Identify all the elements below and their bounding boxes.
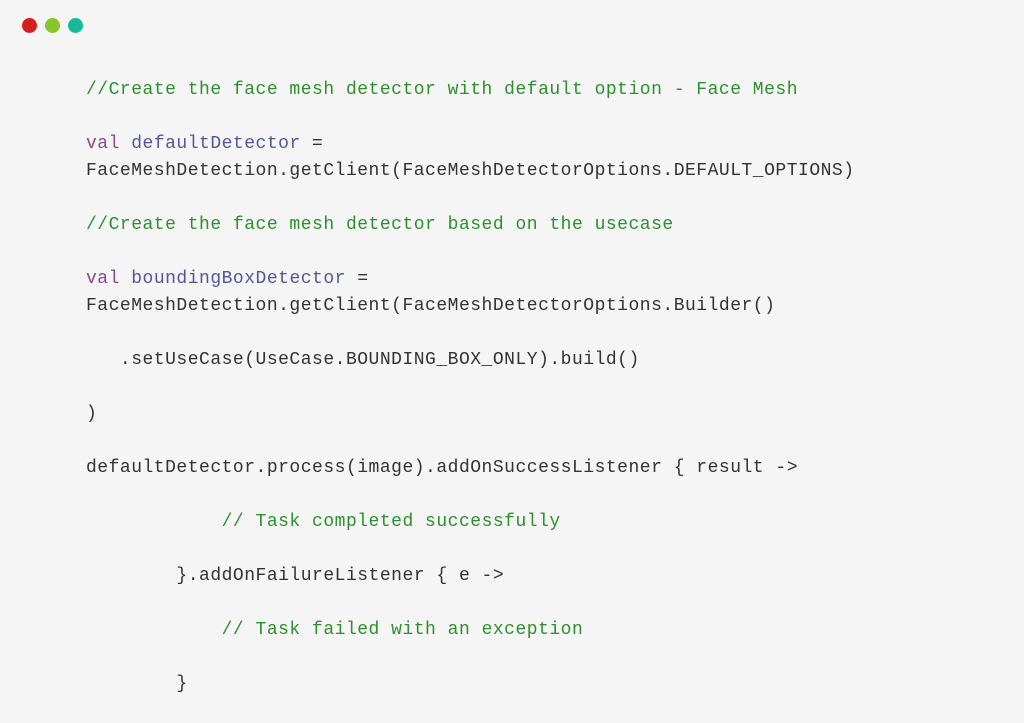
code-text — [120, 134, 131, 154]
maximize-icon[interactable] — [68, 18, 83, 33]
code-indent — [86, 512, 222, 532]
minimize-icon[interactable] — [45, 18, 60, 33]
code-comment: // Task completed successfully — [222, 512, 561, 532]
code-identifier: boundingBoxDetector — [131, 269, 346, 289]
code-text: .setUseCase(UseCase.BOUNDING_BOX_ONLY).b… — [86, 350, 640, 370]
code-text: = — [301, 134, 324, 154]
code-text: ) — [86, 404, 97, 424]
code-text: }.addOnFailureListener { e -> — [86, 566, 504, 586]
code-keyword: val — [86, 134, 120, 154]
traffic-lights — [0, 0, 1024, 33]
code-text: defaultDetector.process(image).addOnSucc… — [86, 458, 798, 478]
code-text: = — [346, 269, 369, 289]
code-comment: //Create the face mesh detector with def… — [86, 80, 798, 100]
code-editor[interactable]: //Create the face mesh detector with def… — [0, 33, 1024, 718]
code-window: //Create the face mesh detector with def… — [0, 0, 1024, 723]
code-text: } — [86, 674, 188, 694]
code-text: FaceMeshDetection.getClient(FaceMeshDete… — [86, 296, 775, 316]
code-keyword: val — [86, 269, 120, 289]
code-comment: //Create the face mesh detector based on… — [86, 215, 674, 235]
code-identifier: defaultDetector — [131, 134, 301, 154]
close-icon[interactable] — [22, 18, 37, 33]
code-comment: // Task failed with an exception — [222, 620, 584, 640]
code-text: FaceMeshDetection.getClient(FaceMeshDete… — [86, 161, 855, 181]
code-indent — [86, 620, 222, 640]
code-text — [120, 269, 131, 289]
